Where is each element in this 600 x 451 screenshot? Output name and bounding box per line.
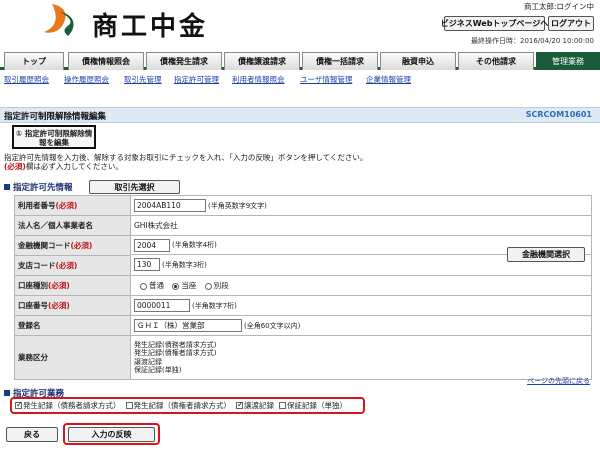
- branch-code-hint: (半角数字3桁): [162, 260, 207, 269]
- logo-text: 商工中金: [92, 12, 209, 42]
- required-mark: (必須): [55, 201, 78, 210]
- subnav-transaction-history[interactable]: 取引履歴照会: [4, 74, 49, 85]
- apply-input-button[interactable]: 入力の反映: [68, 427, 155, 442]
- section-title: 指定許可先情報: [13, 183, 73, 193]
- page-title-bar: 指定許可制限解除情報編集 SCRCOM10601: [0, 107, 600, 123]
- checkbox[interactable]: [236, 400, 244, 409]
- account-type-radio[interactable]: [140, 282, 147, 290]
- account-type-option: 別段: [213, 281, 229, 290]
- subnav-operation-history[interactable]: 操作履歴照会: [64, 74, 109, 85]
- account-type-label: 口座種別: [18, 281, 48, 290]
- checkbox-label: 譲渡記録: [244, 401, 274, 410]
- checkbox-label: 発生記録（債権者請求方式）: [133, 401, 232, 410]
- select-partner-button[interactable]: 取引先選択: [89, 180, 180, 194]
- instruction-text: 指定許可先情報を入力後、解除する対象お取引にチェックを入れ、「入力の反映」ボタン…: [4, 153, 368, 162]
- tab-claim-transfer[interactable]: 債権譲渡請求: [224, 52, 300, 70]
- checkbox-label: 保証記録（単独）: [287, 401, 347, 410]
- instructions: 指定許可先情報を入力後、解除する対象お取引にチェックを入れ、「入力の反映」ボタン…: [4, 153, 596, 171]
- account-no-label: 口座番号: [18, 301, 48, 310]
- reg-name-hint: (全角60文字以内): [244, 321, 301, 330]
- checkbox-label: 発生記録（債務者請求方式）: [23, 401, 121, 410]
- reg-name-label: 登録名: [18, 321, 41, 330]
- subnav-permission-management[interactable]: 指定許可管理: [174, 74, 219, 85]
- checkbox[interactable]: [279, 402, 286, 409]
- page-top-link[interactable]: ページの先頭に戻る: [527, 376, 590, 386]
- page-title: 指定許可制限解除情報編集: [4, 112, 107, 122]
- back-button[interactable]: 戻る: [6, 427, 58, 442]
- user-no-label: 利用者番号: [18, 201, 56, 210]
- reg-name-input[interactable]: ＧＨＩ（株）営業部: [134, 319, 242, 332]
- subnav-company-management[interactable]: 企業情報管理: [366, 74, 411, 85]
- tab-claim-issue[interactable]: 債権発生請求: [146, 52, 222, 70]
- checkbox[interactable]: [15, 400, 23, 409]
- subnav-user-management[interactable]: ユーザ情報管理: [300, 74, 352, 85]
- account-type-option: 当座: [181, 281, 197, 290]
- bank-code-hint: (半角数字4桁): [172, 241, 217, 249]
- required-mark: (必須): [4, 162, 26, 171]
- account-no-input[interactable]: 0000011: [134, 299, 190, 312]
- account-type-option: 普通: [149, 281, 164, 290]
- table-row: 法人名／個人事業者名 GHI株式会社: [14, 215, 592, 236]
- section-bullet-icon: [4, 184, 10, 190]
- business-web-top-button[interactable]: ビジネスWebトップページへ: [441, 16, 548, 31]
- sub-navigation: 取引履歴照会 操作履歴照会 取引先管理 指定許可管理 利用者情報照会 ユーザ情報…: [0, 73, 600, 87]
- tab-claim-inquiry[interactable]: 債権情報照会: [68, 52, 144, 70]
- corp-name-value: GHI株式会社: [134, 221, 178, 230]
- user-no-input[interactable]: 2004AB110: [134, 199, 206, 212]
- business-value: 保証記録(単独): [134, 366, 182, 374]
- subnav-partner-management[interactable]: 取引先管理: [124, 74, 162, 85]
- required-mark: (必須): [55, 261, 78, 270]
- required-mark: (必須): [48, 301, 70, 310]
- required-mark: (必須): [48, 281, 70, 290]
- tab-other-requests[interactable]: その他請求: [458, 52, 534, 70]
- section-permitted-party: 指定許可先情報: [4, 181, 73, 193]
- step-indicator: ① 指定許可制限解除情報を編集: [12, 125, 96, 149]
- main-tab-bar: トップ 債権情報照会 債権発生請求 債権譲渡請求 債権一括請求 融資申込 その他…: [0, 48, 600, 70]
- required-note: 欄は必ず入力してください。: [25, 162, 123, 171]
- user-no-hint: (半角英数字9文字): [208, 201, 267, 210]
- account-type-radio[interactable]: [204, 282, 212, 290]
- business-value: 発生記録(債権者請求方式): [134, 349, 217, 357]
- table-row: 口座種別(必須) 普通 当座 別段: [14, 275, 592, 296]
- table-row: 利用者番号(必須) 2004AB110 (半角英数字9文字): [14, 195, 592, 216]
- last-operation-time: 最終操作日時：2016/04/20 10:00:00: [470, 37, 594, 45]
- subnav-user-info-inquiry[interactable]: 利用者情報照会: [232, 74, 285, 85]
- account-no-hint: (半角数字7桁): [192, 301, 237, 310]
- account-type-radio[interactable]: [172, 282, 180, 290]
- business-checkbox-group: 発生記録（債務者請求方式） 発生記録（債権者請求方式） 譲渡記録 保証記録（単独…: [10, 397, 365, 414]
- tab-admin[interactable]: 管理業務: [536, 52, 600, 70]
- permitted-party-form: 利用者番号(必須) 2004AB110 (半角英数字9文字) 法人名／個人事業者名…: [14, 195, 592, 380]
- branch-code-label: 支店コード: [18, 261, 56, 270]
- tab-top[interactable]: トップ: [4, 52, 64, 70]
- required-mark: (必須): [70, 241, 93, 250]
- shokochukin-logo-icon: [44, 4, 74, 36]
- business-value: 譲渡記録: [134, 357, 162, 366]
- user-status: 商工太郎:ログイン中: [523, 2, 594, 11]
- section-bullet-icon: [4, 390, 10, 396]
- table-row: 金融機関コード(必須) 2004 (半角数字4桁) 130 (半角数字3桁) 金融機…: [14, 235, 592, 276]
- corp-name-label: 法人名／個人事業者名: [18, 221, 93, 230]
- bank-select-button[interactable]: 金融機関選択: [507, 247, 585, 262]
- logout-button[interactable]: ログアウト: [548, 16, 594, 31]
- table-row: 業務区分 発生記録(債務者請求方式) 発生記録(債権者請求方式) 譲渡記録 保証…: [14, 335, 592, 380]
- business-label: 業務区分: [18, 353, 48, 362]
- business-value: 発生記録(債務者請求方式): [134, 340, 217, 349]
- table-row: 口座番号(必須) 0000011 (半角数字7桁): [14, 295, 592, 316]
- tab-bulk-request[interactable]: 債権一括請求: [302, 52, 378, 70]
- checkbox[interactable]: [125, 402, 133, 409]
- tab-loan-application[interactable]: 融資申込: [380, 52, 456, 70]
- branch-code-input[interactable]: 130: [134, 258, 160, 271]
- bank-code-label: 金融機関コード: [18, 241, 71, 250]
- table-row: 登録名 ＧＨＩ（株）営業部 (全角60文字以内): [14, 315, 592, 336]
- screen-code: SCRCOM10601: [525, 110, 592, 119]
- bank-code-input[interactable]: 2004: [134, 238, 170, 252]
